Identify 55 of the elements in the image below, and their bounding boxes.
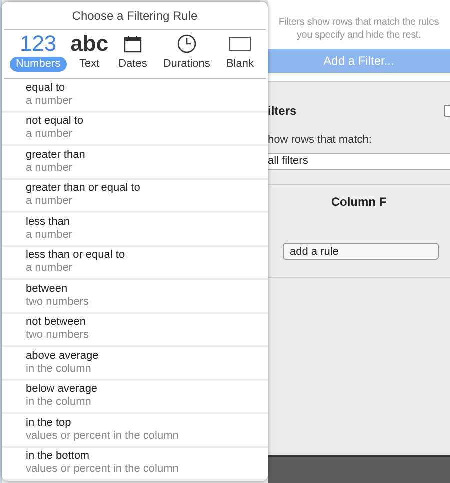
- calendar-icon: [124, 35, 142, 54]
- rule-hint: a number: [26, 262, 74, 276]
- rule-hint: values or percent in the column: [26, 463, 180, 476]
- rule-name: less than: [26, 216, 72, 229]
- intro-text: Filters show rows that match the rules: [278, 16, 440, 29]
- rule-name: between: [26, 282, 69, 296]
- rule-option[interactable]: between two numbers: [2, 280, 268, 314]
- intro-text: you specify and hide the rest.: [296, 29, 422, 42]
- popover-title: Choose a Filtering Rule: [71, 8, 199, 25]
- rule-type-tab[interactable]: abc Text: [70, 31, 109, 72]
- rule-hint: two numbers: [26, 329, 90, 342]
- rule-name: less than or equal to: [26, 249, 126, 262]
- tab-glyph: abc: [70, 31, 109, 58]
- rule-name: below average: [26, 383, 99, 396]
- clock-icon: [176, 34, 197, 54]
- rule-option[interactable]: in the top values or percent in the column: [2, 414, 268, 448]
- rule-hint: in the column: [26, 396, 92, 410]
- filters-heading: ilters: [268, 103, 297, 120]
- rule-name: not equal to: [26, 115, 84, 128]
- rule-name: greater than or equal to: [26, 182, 142, 196]
- filters-checkbox[interactable]: [444, 105, 450, 117]
- rule-option[interactable]: not equal to a number: [2, 112, 268, 146]
- match-dropdown[interactable]: all filters: [268, 152, 450, 170]
- rule-hint: a number: [26, 228, 74, 242]
- rule-name: greater than: [26, 148, 86, 162]
- rule-option[interactable]: equal to a number: [2, 79, 268, 112]
- rule-type-tab[interactable]: Blank: [220, 31, 260, 72]
- rule-hint: two numbers: [26, 296, 90, 309]
- rule-type-tab[interactable]: Dates: [112, 31, 154, 72]
- rule-hint: a number: [26, 162, 74, 175]
- rule-option[interactable]: not between two numbers: [2, 314, 268, 347]
- rule-option[interactable]: above average in the column: [2, 347, 268, 380]
- rule-name: not between: [26, 316, 87, 330]
- blank-icon: [229, 37, 252, 52]
- column-title: Column F: [330, 194, 388, 210]
- rule-option[interactable]: in the bottom values or percent in the column: [2, 448, 268, 481]
- rule-option[interactable]: greater than a number: [2, 146, 268, 180]
- rule-option[interactable]: less than or equal to a number: [2, 246, 268, 280]
- rule-hint: a number: [26, 195, 74, 208]
- rule-hint: a number: [26, 94, 74, 108]
- rule-option[interactable]: greater than or equal to a number: [2, 180, 268, 213]
- rule-type-tab[interactable]: 123 Numbers: [10, 31, 67, 72]
- rule-name: in the top: [26, 416, 72, 430]
- add-rule-field[interactable]: add a rule: [283, 243, 439, 260]
- rule-hint: a number: [26, 128, 74, 142]
- rule-hint: values or percent in the column: [26, 430, 180, 443]
- rule-name: equal to: [26, 82, 66, 95]
- rule-hint: in the column: [26, 362, 92, 376]
- tab-glyph: 123: [20, 31, 57, 58]
- rule-option[interactable]: less than a number: [2, 213, 268, 246]
- rule-name: in the bottom: [26, 450, 91, 464]
- rule-type-tab[interactable]: Durations: [157, 31, 216, 72]
- rule-option[interactable]: below average in the column: [2, 380, 268, 414]
- rule-name: above average: [26, 350, 100, 363]
- match-label: how rows that match:: [268, 133, 373, 148]
